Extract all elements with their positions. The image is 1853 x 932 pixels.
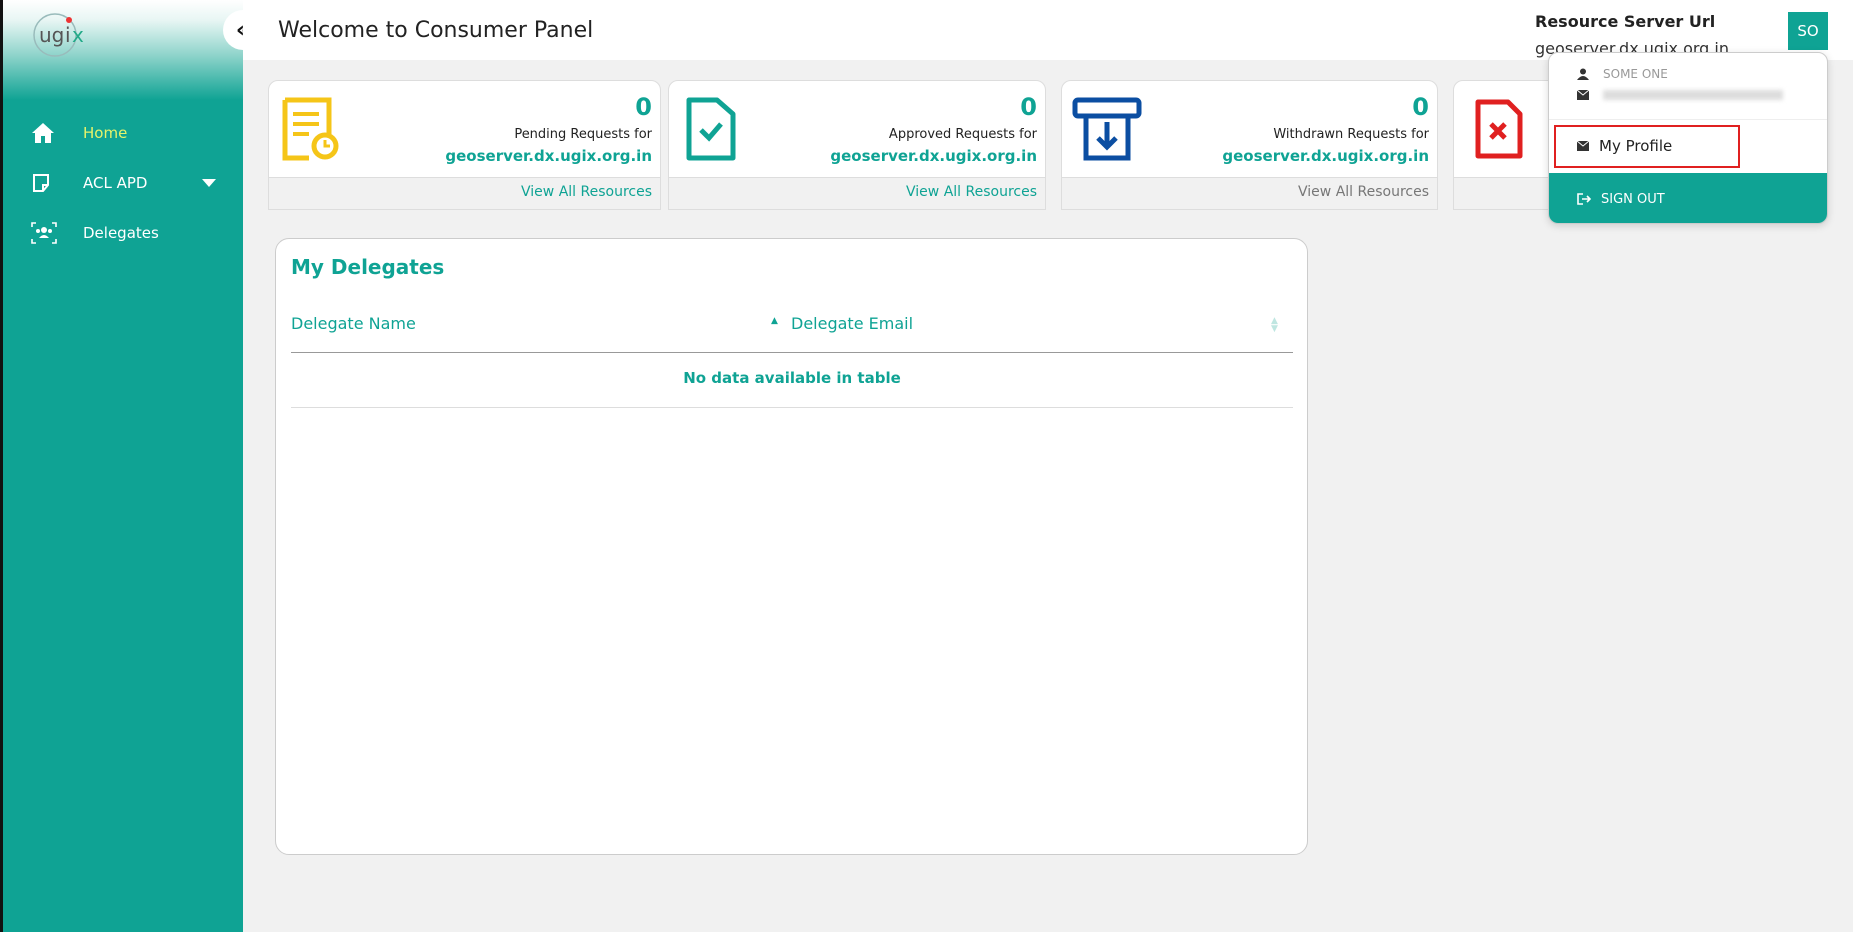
my-profile-label: My Profile xyxy=(1599,137,1673,155)
view-all-resources-link[interactable]: View All Resources xyxy=(1298,184,1429,200)
home-icon xyxy=(31,121,61,145)
svg-text:ug: ug xyxy=(39,23,64,47)
pending-host: geoserver.dx.ugix.org.in xyxy=(445,147,652,165)
ugix-logo[interactable]: ug i x xyxy=(33,10,103,60)
page-title: Welcome to Consumer Panel xyxy=(278,18,594,43)
resource-server-label: Resource Server Url xyxy=(1535,12,1716,31)
my-profile-menu-item[interactable]: My Profile xyxy=(1577,137,1672,155)
card-footer: View All Resources xyxy=(669,177,1045,209)
sidebar-item-acl-apd[interactable]: ACL APD xyxy=(3,158,246,208)
envelope-icon xyxy=(1577,141,1591,151)
sidebar: ug i x « Home ACL APD xyxy=(0,0,263,932)
top-header: Welcome to Consumer Panel Resource Serve… xyxy=(243,0,1853,60)
withdrawn-desc: Withdrawn Requests for xyxy=(1273,127,1429,142)
user-icon xyxy=(1577,68,1591,80)
redacted-email xyxy=(1603,90,1783,100)
delegates-icon xyxy=(31,221,61,245)
sidebar-nav: Home ACL APD Delegates xyxy=(3,108,246,258)
approved-host: geoserver.dx.ugix.org.in xyxy=(830,147,1037,165)
view-all-resources-link[interactable]: View All Resources xyxy=(906,184,1037,200)
view-all-resources-link[interactable]: View All Resources xyxy=(521,184,652,200)
sidebar-item-home[interactable]: Home xyxy=(3,108,246,158)
sign-out-icon xyxy=(1577,193,1593,205)
column-delegate-name[interactable]: Delegate Name xyxy=(291,314,416,333)
withdraw-icon xyxy=(1072,96,1142,162)
card-footer: View All Resources xyxy=(269,177,660,209)
approved-requests-card: 0 Approved Requests for geoserver.dx.ugi… xyxy=(668,80,1046,210)
dropdown-user-email xyxy=(1577,90,1783,100)
sidebar-item-label: Home xyxy=(83,124,128,142)
pending-requests-card: 0 Pending Requests for geoserver.dx.ugix… xyxy=(268,80,661,210)
approved-count: 0 xyxy=(1020,93,1037,121)
dropdown-divider xyxy=(1549,119,1827,120)
table-row-divider xyxy=(291,407,1293,408)
approved-doc-icon xyxy=(681,96,741,162)
sidebar-item-delegates[interactable]: Delegates xyxy=(3,208,246,258)
rejected-doc-icon xyxy=(1474,96,1534,162)
pending-desc: Pending Requests for xyxy=(514,127,652,142)
svg-text:i: i xyxy=(65,23,71,47)
sort-asc-icon[interactable]: ▲ xyxy=(771,317,778,326)
user-name-text: SOME ONE xyxy=(1603,67,1668,81)
sidebar-item-label: Delegates xyxy=(83,224,159,242)
sort-both-icon[interactable]: ▲ ▼ xyxy=(1271,317,1278,334)
column-delegate-email[interactable]: Delegate Email xyxy=(791,314,913,333)
withdrawn-requests-card: 0 Withdrawn Requests for geoserver.dx.ug… xyxy=(1061,80,1438,210)
my-delegates-panel: My Delegates Delegate Name ▲ Delegate Em… xyxy=(275,238,1308,855)
withdrawn-count: 0 xyxy=(1412,93,1429,121)
empty-table-message: No data available in table xyxy=(683,369,901,387)
withdrawn-host: geoserver.dx.ugix.org.in xyxy=(1222,147,1429,165)
sign-out-button[interactable]: SIGN OUT xyxy=(1549,173,1827,223)
card-footer: View All Resources xyxy=(1062,177,1437,209)
svg-text:x: x xyxy=(72,23,84,47)
approved-desc: Approved Requests for xyxy=(888,127,1037,142)
user-dropdown-menu: SOME ONE My Profile SIGN OUT xyxy=(1548,52,1828,224)
pending-count: 0 xyxy=(635,93,652,121)
envelope-icon xyxy=(1577,90,1591,100)
sign-out-label: SIGN OUT xyxy=(1601,191,1665,207)
user-avatar-button[interactable]: SO xyxy=(1788,12,1828,50)
dropdown-user-name: SOME ONE xyxy=(1577,67,1668,81)
caret-down-icon[interactable] xyxy=(202,179,216,187)
pending-doc-icon xyxy=(281,96,341,162)
table-header-divider xyxy=(291,352,1293,353)
note-icon xyxy=(31,171,61,195)
panel-title: My Delegates xyxy=(291,255,445,279)
sidebar-item-label: ACL APD xyxy=(83,174,148,192)
